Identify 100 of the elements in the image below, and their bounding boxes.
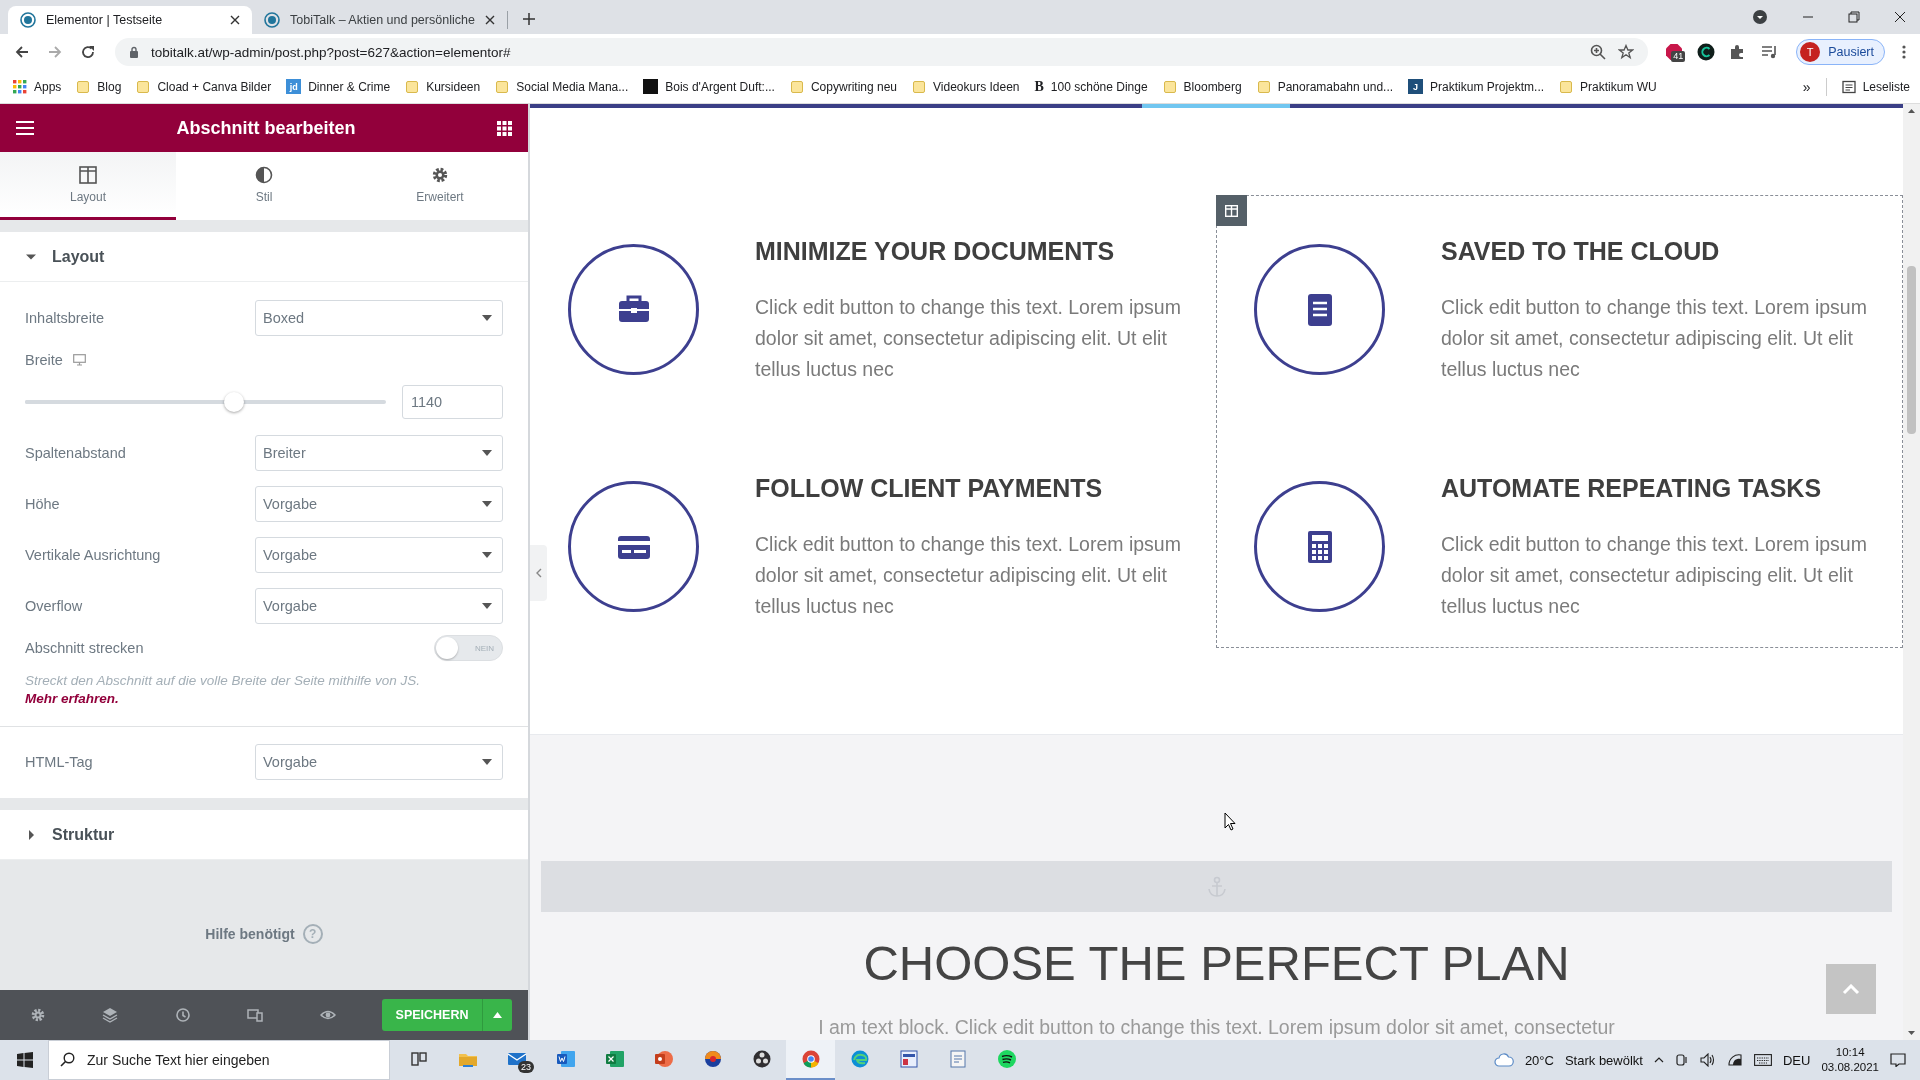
url-text: tobitalk.at/wp-admin/post.php?post=627&action=elementor# bbox=[151, 44, 511, 60]
panel-tab[interactable]: Layout bbox=[0, 152, 176, 220]
spreadsheet-app-icon bbox=[604, 1049, 625, 1069]
bookmark[interactable]: Bloomberg bbox=[1162, 79, 1242, 94]
wifi-icon[interactable] bbox=[1727, 1053, 1743, 1067]
bookmark[interactable]: J Praktikum Projektm... bbox=[1408, 79, 1545, 94]
browser-tab[interactable]: TobiTalk – Aktien und persönliche bbox=[252, 11, 508, 29]
more-bookmarks-button[interactable]: » bbox=[1802, 78, 1811, 95]
tab-title: Elementor | Testseite bbox=[46, 13, 164, 27]
folder-icon bbox=[495, 79, 510, 94]
slider-thumb[interactable] bbox=[224, 392, 245, 412]
chevron-up-icon[interactable] bbox=[1654, 1057, 1664, 1063]
dropdown-caret-icon bbox=[482, 501, 492, 507]
address-bar[interactable]: tobitalk.at/wp-admin/post.php?post=627&action=elementor# bbox=[115, 38, 1649, 66]
bookmark[interactable]: Apps bbox=[12, 79, 62, 94]
folder-icon bbox=[789, 79, 804, 94]
zoom-icon[interactable] bbox=[1590, 44, 1607, 60]
site-logo: B bbox=[1034, 78, 1044, 95]
clock-time[interactable]: 10:14 bbox=[1835, 1045, 1865, 1060]
profile-button[interactable]: T Pausiert bbox=[1796, 39, 1885, 65]
settings-icon bbox=[431, 165, 449, 184]
volume-icon[interactable] bbox=[1700, 1053, 1716, 1067]
taskbar-app[interactable]: 23 bbox=[492, 1040, 541, 1080]
responsive-icon[interactable] bbox=[247, 1007, 264, 1023]
panel-tab[interactable]: Erweitert bbox=[352, 152, 528, 220]
scroll-down-icon bbox=[1908, 1031, 1915, 1035]
layers-icon[interactable] bbox=[102, 1007, 119, 1023]
menu-icon[interactable] bbox=[1902, 44, 1906, 60]
bookmark[interactable]: jd Dinner & Crime bbox=[286, 79, 391, 94]
select-field[interactable]: Vorgabe bbox=[255, 588, 503, 624]
star-icon[interactable] bbox=[1618, 44, 1635, 60]
panel-tab[interactable]: Stil bbox=[176, 152, 352, 220]
columns-icon bbox=[79, 165, 97, 184]
search-field[interactable]: Zur Suche Text hier eingeben bbox=[48, 1040, 390, 1080]
reading-list-button[interactable]: Leseliste bbox=[1841, 79, 1910, 94]
bookmark[interactable]: Social Media Mana... bbox=[495, 79, 629, 94]
close-icon[interactable] bbox=[230, 15, 240, 25]
collapse-panel-handle[interactable] bbox=[530, 545, 547, 601]
bookmark[interactable]: B 100 schöne Dinge bbox=[1034, 78, 1148, 95]
dropdown-caret-icon bbox=[482, 603, 492, 609]
feature-title: SAVED TO THE CLOUD bbox=[1441, 236, 1721, 266]
section-header[interactable]: Layout bbox=[0, 232, 528, 282]
bookmark[interactable]: Praktikum WU bbox=[1559, 79, 1657, 94]
site-icon bbox=[20, 12, 36, 28]
grammar-icon[interactable] bbox=[1697, 43, 1716, 61]
count-badge: 41 bbox=[1671, 51, 1686, 62]
help-link[interactable]: Hilfe benötigt bbox=[205, 926, 295, 942]
maximize-icon[interactable] bbox=[1848, 11, 1860, 23]
help-text: Streckt den Abschnitt auf die volle Breite der Seite mithilfe von JS. Mehr erfahren. bbox=[25, 672, 421, 708]
bookmark[interactable]: Panoramabahn und... bbox=[1256, 79, 1394, 94]
bookmark[interactable]: Videokurs Ideen bbox=[912, 79, 1020, 94]
section-header[interactable]: Struktur bbox=[0, 810, 528, 860]
bookmark[interactable]: Kursideen bbox=[405, 79, 481, 94]
select-field[interactable]: Vorgabe bbox=[255, 744, 503, 780]
bookmark[interactable]: Cload + Canva Bilder bbox=[136, 79, 272, 94]
settings-icon[interactable] bbox=[30, 1007, 46, 1023]
dropdown-caret-icon bbox=[482, 759, 492, 765]
reload-icon[interactable] bbox=[80, 44, 96, 60]
control-label: Höhe bbox=[25, 496, 61, 512]
close-icon[interactable] bbox=[1894, 11, 1906, 23]
select-field[interactable]: Breiter bbox=[255, 435, 503, 471]
widgets-grid-icon[interactable] bbox=[497, 120, 512, 136]
bookmark[interactable]: Blog bbox=[76, 79, 122, 94]
select-field[interactable]: Vorgabe bbox=[255, 486, 503, 522]
panel-title: Abschnitt bearbeiten bbox=[175, 117, 357, 139]
feature-title: MINIMIZE YOUR DOCUMENTS bbox=[755, 236, 1116, 266]
number-field[interactable]: 1140 bbox=[402, 385, 503, 419]
back-icon[interactable] bbox=[14, 44, 30, 60]
column-handle[interactable] bbox=[1216, 195, 1247, 226]
bookmark[interactable]: Bois d'Argent Duft:... bbox=[643, 79, 775, 94]
menu-icon[interactable] bbox=[15, 120, 35, 136]
dropdown-caret-icon bbox=[482, 450, 492, 456]
language-indicator[interactable]: DEU bbox=[1783, 1052, 1811, 1068]
folder-icon bbox=[912, 79, 926, 94]
scrollbar-thumb[interactable] bbox=[1907, 266, 1916, 434]
close-icon[interactable] bbox=[484, 15, 495, 25]
avatar: T bbox=[1800, 42, 1821, 62]
folder-icon bbox=[1256, 79, 1271, 94]
scrollbar[interactable] bbox=[1903, 104, 1920, 1040]
new-tab-icon[interactable] bbox=[521, 12, 536, 26]
clock-date[interactable]: 03.08.2021 bbox=[1821, 1060, 1879, 1075]
notification-icon[interactable] bbox=[1890, 1053, 1906, 1067]
feature-text: Click edit button to change this text. Lorem ipsum dolor sit amet, consectetur adipiscing elit. Ut elit tellus luctus nec bbox=[755, 532, 1182, 619]
select-field[interactable]: Vorgabe bbox=[255, 537, 503, 573]
site-logo: J bbox=[1408, 79, 1424, 94]
folder-icon bbox=[76, 79, 91, 94]
chevron-up-icon bbox=[1842, 983, 1860, 995]
keyboard-icon[interactable] bbox=[1754, 1054, 1772, 1066]
select-field[interactable]: Boxed bbox=[255, 300, 503, 336]
learn-more-link[interactable]: Mehr erfahren. bbox=[25, 691, 119, 706]
tab-search-icon[interactable] bbox=[1752, 9, 1768, 25]
cloud-icon bbox=[1493, 1053, 1514, 1067]
control-label: HTML-Tag bbox=[25, 754, 94, 770]
browser-tab[interactable]: Elementor | Testseite bbox=[8, 6, 252, 34]
windows-start-icon[interactable] bbox=[17, 1052, 33, 1068]
save-options-button[interactable] bbox=[482, 999, 513, 1031]
history-icon[interactable] bbox=[174, 1007, 191, 1023]
scroll-up-icon bbox=[1908, 109, 1915, 113]
bookmark[interactable]: Copywriting neu bbox=[789, 79, 897, 94]
tab-title: TobiTalk – Aktien und persönliche bbox=[290, 13, 475, 27]
